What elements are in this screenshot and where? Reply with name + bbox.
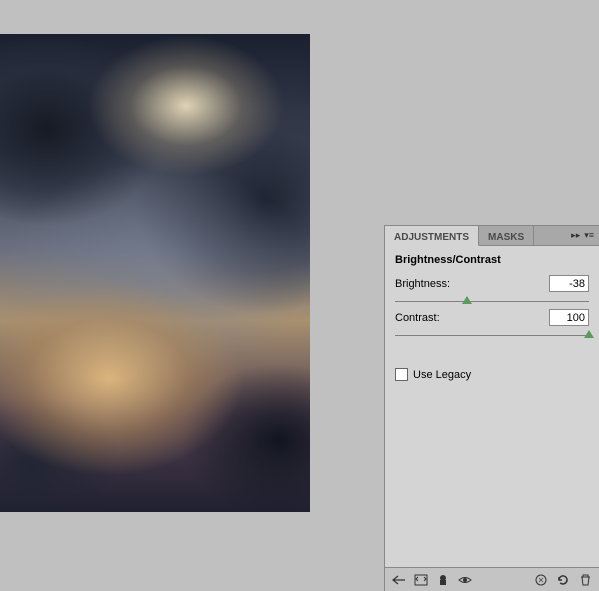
tab-adjustments[interactable]: ADJUSTMENTS (385, 226, 479, 246)
contrast-slider-thumb[interactable] (584, 330, 594, 338)
contrast-row: Contrast: (385, 306, 599, 326)
tab-masks[interactable]: MASKS (479, 226, 534, 245)
contrast-slider[interactable] (395, 328, 589, 336)
panel-collapse-icon[interactable]: ▸▸ (571, 230, 580, 241)
adjustment-title: Brightness/Contrast (385, 246, 599, 272)
trash-icon[interactable] (575, 571, 595, 589)
brightness-input[interactable] (549, 275, 589, 292)
canvas-area[interactable] (0, 34, 310, 512)
visibility-eye-icon[interactable] (455, 571, 475, 589)
brightness-row: Brightness: (385, 272, 599, 292)
use-legacy-label: Use Legacy (413, 369, 471, 381)
use-legacy-row: Use Legacy (385, 340, 599, 385)
document-image (0, 34, 310, 512)
clip-layer-icon[interactable] (433, 571, 453, 589)
brightness-label: Brightness: (395, 278, 549, 290)
adjustments-panel: ADJUSTMENTS MASKS ▸▸ ▾≡ Brightness/Contr… (384, 225, 599, 591)
brightness-slider-thumb[interactable] (462, 296, 472, 304)
back-arrow-icon[interactable] (389, 571, 409, 589)
previous-state-icon[interactable] (531, 571, 551, 589)
reset-icon[interactable] (553, 571, 573, 589)
panel-footer (385, 567, 599, 591)
panel-tabs: ADJUSTMENTS MASKS ▸▸ ▾≡ (385, 226, 599, 246)
use-legacy-checkbox[interactable] (395, 368, 408, 381)
expand-view-icon[interactable] (411, 571, 431, 589)
contrast-label: Contrast: (395, 312, 549, 324)
panel-menu-icon[interactable]: ▾≡ (584, 230, 594, 241)
contrast-input[interactable] (549, 309, 589, 326)
brightness-slider[interactable] (395, 294, 589, 302)
